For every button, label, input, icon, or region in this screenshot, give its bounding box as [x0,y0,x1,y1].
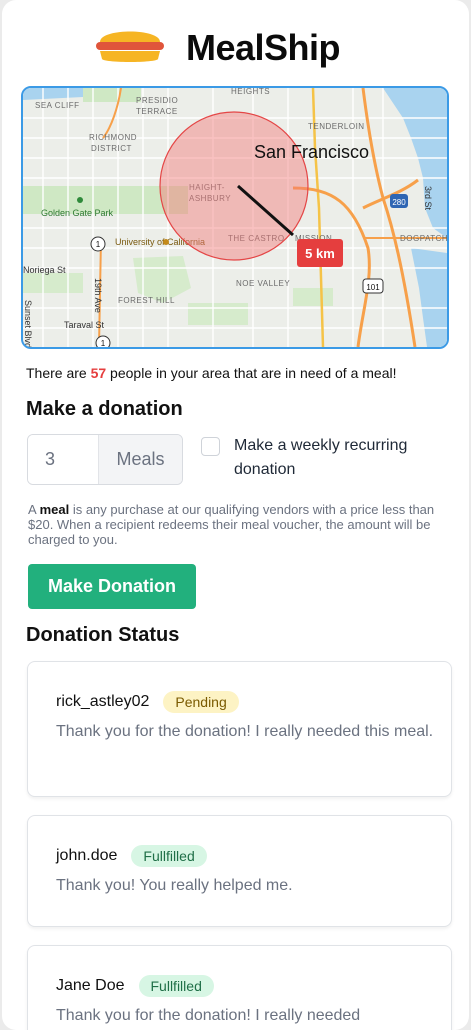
university-pin-icon [163,239,169,245]
map-label-noe-valley: NOE VALLEY [236,279,290,288]
make-donation-button[interactable]: Make Donation [28,564,196,609]
recipient-message: Thank you for the donation! I really nee… [56,723,434,740]
recipient-message: Thank you for the donation! I really nee… [56,1007,361,1024]
map-label-presidio: PRESIDIO [136,96,178,105]
note-suffix: is any purchase at our qualifying vendor… [28,502,435,547]
map-label-forest-hill: FOREST HILL [118,296,175,305]
svg-text:101: 101 [366,283,380,292]
map-label-tenderloin: TENDERLOIN [308,122,365,131]
status-badge: Pending [163,691,239,713]
map-label-19th-ave: 19th Ave [93,278,103,313]
need-prefix: There are [26,365,91,381]
map-label-dogpatch: DOGPATCH [400,234,447,243]
area-map[interactable]: 280 101 1 1 SEA CLIFF PRESIDIO TERRACE H… [21,86,449,349]
note-bold-term: meal [39,502,70,517]
map-label-sunset-blvd: Sunset Blvd [23,300,33,347]
donation-status-card: john.doe Fullfilled Thank you! You reall… [27,815,452,927]
svg-text:5 km: 5 km [305,246,335,261]
park-pin-icon [77,197,83,203]
map-label-terrace: TERRACE [136,107,178,116]
meals-unit-label: Meals [98,435,182,484]
map-label-district: DISTRICT [91,144,132,153]
map-label-sea-cliff: SEA CLIFF [35,101,80,110]
app-header: MealShip [2,0,469,90]
map-canvas: 280 101 1 1 SEA CLIFF PRESIDIO TERRACE H… [23,88,447,347]
map-label-taraval: Taraval St [64,320,105,330]
donation-status-card: Jane Doe Fullfilled Thank you for the do… [27,945,452,1030]
status-badge: Fullfilled [138,975,214,997]
svg-text:1: 1 [101,339,106,347]
highway-101-shield: 101 [362,278,384,294]
recurring-label[interactable]: Make a weekly recurring donation [234,434,449,482]
meals-quantity-field[interactable]: Meals [27,434,183,485]
donation-heading: Make a donation [26,398,183,420]
need-count: 57 [90,365,107,381]
recipient-username: Jane Doe [56,977,125,994]
map-label-noriega: Noriega St [23,265,66,275]
donation-status-card: rick_astley02 Pending Thank you for the … [27,661,452,797]
status-card-header: rick_astley02 Pending [56,691,239,713]
recipient-username: rick_astley02 [56,693,150,710]
map-label-3rd-st: 3rd St [423,186,433,211]
burger-logo-icon [96,31,164,62]
meals-count-input[interactable] [28,435,98,484]
note-prefix: A [28,502,40,517]
city-label: San Francisco [254,142,369,162]
recipient-message: Thank you! You really helped me. [56,877,293,894]
donation-status-heading: Donation Status [26,624,180,646]
map-label-heights: HEIGHTS [231,88,270,96]
svg-text:1: 1 [96,240,101,249]
app-title: MealShip [186,27,341,68]
need-suffix: people in your area that are in need of … [106,365,397,381]
status-card-header: Jane Doe Fullfilled [56,975,214,997]
status-badge: Fullfilled [131,845,207,867]
map-label-golden-gate-park: Golden Gate Park [41,208,114,218]
app-card: MealShip 280 101 1 1 SEA CLIFF PRESIDIO … [2,0,469,1030]
svg-text:280: 280 [392,198,406,207]
highway-280-shield: 280 [390,194,408,208]
meal-definition-note: A meal is any purchase at our qualifying… [28,502,448,547]
radius-circle [159,111,309,261]
status-card-header: john.doe Fullfilled [56,845,207,867]
radius-badge: 5 km [297,239,343,267]
recipient-username: john.doe [56,847,118,864]
map-label-richmond: RICHMOND [89,133,137,142]
recurring-checkbox[interactable] [201,437,220,456]
need-summary: There are 57 people in your area that ar… [26,365,396,381]
